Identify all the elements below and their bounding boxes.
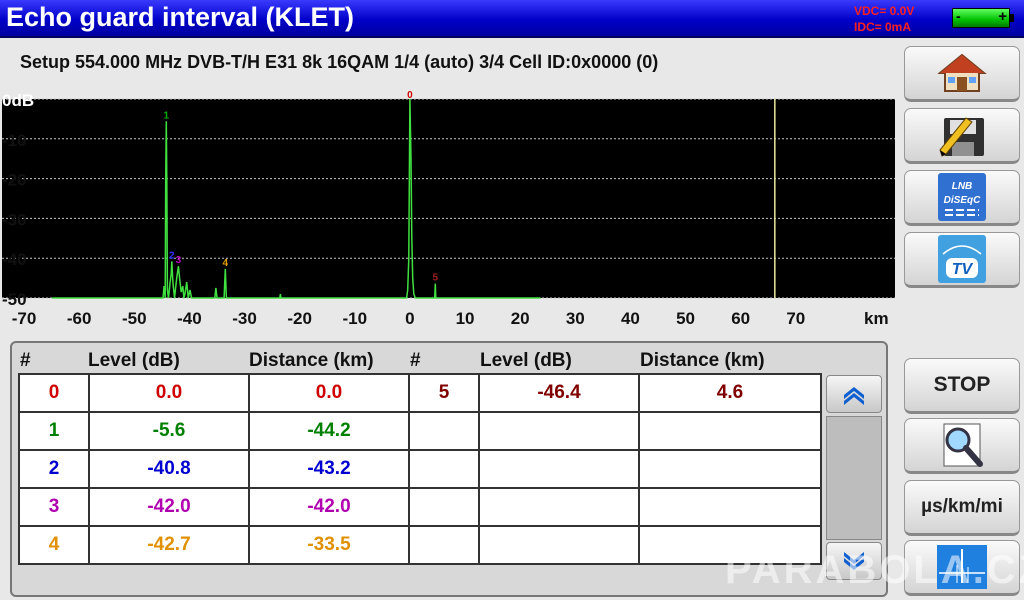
echo-number-cell: 1: [18, 411, 90, 451]
echo-chart: 012 3 45 0dB-10-20-30-40-50 -70 -60 -50 -40 -3…: [2, 90, 895, 328]
right-echo-number-cell: [408, 525, 480, 565]
watermark: PARABOLA.CZ: [725, 548, 1024, 592]
title-bar: Echo guard interval (KLET) VDC= 0.0V IDC…: [0, 0, 1024, 38]
y-tick-label: 0dB: [2, 91, 34, 110]
echo-level-cell: -42.0: [88, 487, 250, 527]
tv-button[interactable]: TV: [904, 232, 1020, 288]
right-echo-distance-cell: 4.6: [638, 373, 822, 413]
right-echo-distance-cell: [638, 449, 822, 489]
echo-distance-cell: -33.5: [248, 525, 410, 565]
x-tick-label: -30: [232, 309, 257, 328]
x-tick-label: 10: [456, 309, 475, 328]
peak-label: 2: [169, 250, 175, 261]
lnb-diseqc-icon: LNB DiSEqC: [938, 173, 986, 221]
peak-label: 3: [176, 255, 182, 266]
tv-icon: TV: [938, 235, 986, 283]
header-distance: Distance (km): [249, 350, 374, 371]
header-level-2: Level (dB): [480, 350, 572, 371]
echo-distance-cell: -43.2: [248, 449, 410, 489]
x-tick-label: -40: [177, 309, 202, 328]
home-button[interactable]: [904, 46, 1020, 102]
right-echo-number-cell: [408, 487, 480, 527]
setup-info: Setup 554.000 MHz DVB-T/H E31 8k 16QAM 1…: [20, 52, 659, 72]
x-tick-label: 50: [676, 309, 695, 328]
magnifier-icon: [943, 423, 983, 467]
y-tick-label: -20: [2, 171, 27, 190]
zoom-button[interactable]: [904, 418, 1020, 474]
battery-icon: - +: [952, 8, 1014, 28]
table-row: 3 -42.0 -42.0: [18, 487, 822, 527]
echo-level-cell: -42.7: [88, 525, 250, 565]
echo-number-cell: 0: [18, 373, 90, 413]
diseqc-label: DiSEqC: [944, 195, 981, 206]
header-num: #: [20, 350, 31, 371]
right-echo-number-cell: [408, 411, 480, 451]
save-pencil-icon: [939, 117, 984, 157]
right-echo-distance-cell: [638, 487, 822, 527]
x-tick-label: -50: [122, 309, 147, 328]
y-tick-label: -50: [2, 290, 27, 309]
tv-label: TV: [952, 261, 974, 278]
x-tick-label: 40: [621, 309, 640, 328]
battery-plus: +: [998, 8, 1007, 25]
table-row: 2 -40.8 -43.2: [18, 449, 822, 489]
echo-level-cell: -40.8: [88, 449, 250, 489]
x-tick-label: -20: [287, 309, 312, 328]
peak-label: 4: [222, 258, 228, 269]
x-tick-label: 20: [511, 309, 530, 328]
table-row: 1 -5.6 -44.2: [18, 411, 822, 451]
x-tick-label: 60: [731, 309, 750, 328]
echo-level-cell: -5.6: [88, 411, 250, 451]
lnb-label: LNB: [952, 181, 973, 192]
right-echo-distance-cell: [638, 411, 822, 451]
x-tick-label: 70: [786, 309, 805, 328]
right-echo-number-cell: 5: [408, 373, 480, 413]
lnb-diseqc-button[interactable]: LNB DiSEqC: [904, 170, 1020, 226]
table-row: 0 0.0 0.0 5 -46.4 4.6: [18, 373, 822, 413]
x-tick-label: 30: [566, 309, 585, 328]
echo-number-cell: 2: [18, 449, 90, 489]
x-axis-label: km: [864, 309, 889, 328]
battery-minus: -: [956, 8, 961, 24]
echo-distance-cell: 0.0: [248, 373, 410, 413]
plot-area: [2, 99, 895, 298]
right-echo-level-cell: [478, 487, 640, 527]
header-num-2: #: [410, 350, 421, 371]
scroll-up-button[interactable]: [826, 375, 882, 413]
x-tick-label: -70: [12, 309, 37, 328]
y-tick-label: -40: [2, 250, 27, 269]
save-button[interactable]: [904, 108, 1020, 164]
stop-button[interactable]: STOP: [904, 358, 1020, 414]
peak-label: 5: [432, 273, 438, 284]
right-echo-level-cell: -46.4: [478, 373, 640, 413]
page-title: Echo guard interval (KLET): [6, 2, 355, 32]
home-icon: [937, 53, 987, 92]
idc-readout: IDC= 0mA: [854, 20, 912, 34]
right-echo-number-cell: [408, 449, 480, 489]
table-row: 4 -42.7 -33.5: [18, 525, 822, 565]
peak-label: 1: [163, 110, 169, 121]
scrollbar-track[interactable]: [826, 416, 882, 540]
echo-table: 0 0.0 0.0 5 -46.4 4.6 1 -5.6 -44.2 2 -40.8 -43.2 3 -4…: [18, 373, 822, 565]
y-tick-label: -30: [2, 210, 27, 229]
x-tick-label: 0: [405, 309, 414, 328]
x-tick-label: -60: [67, 309, 92, 328]
echo-level-cell: 0.0: [88, 373, 250, 413]
peak-label: 0: [407, 90, 413, 101]
echo-distance-cell: -42.0: [248, 487, 410, 527]
echo-number-cell: 4: [18, 525, 90, 565]
units-button[interactable]: µs/km/mi: [904, 480, 1020, 536]
header-level: Level (dB): [88, 350, 180, 371]
echo-distance-cell: -44.2: [248, 411, 410, 451]
right-echo-level-cell: [478, 449, 640, 489]
right-echo-level-cell: [478, 411, 640, 451]
x-tick-label: -10: [343, 309, 368, 328]
header-distance-2: Distance (km): [640, 350, 765, 371]
right-echo-level-cell: [478, 525, 640, 565]
vdc-readout: VDC= 0.0V: [854, 4, 915, 18]
chevron-up-icon: [844, 387, 864, 405]
y-tick-label: -10: [2, 131, 27, 150]
echo-number-cell: 3: [18, 487, 90, 527]
